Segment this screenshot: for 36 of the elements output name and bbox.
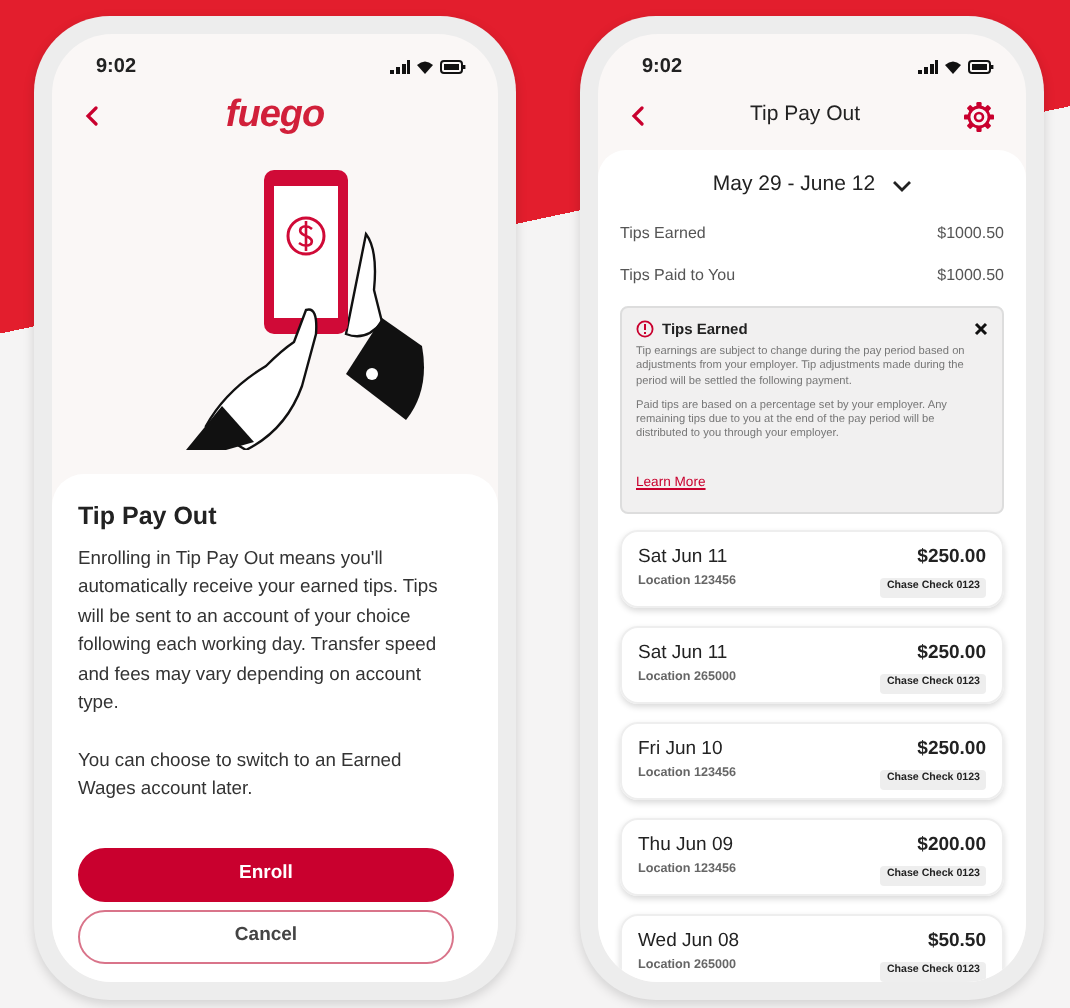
- screen-title: Tip Pay Out: [749, 100, 861, 131]
- signal-icon: [918, 59, 938, 73]
- enroll-button[interactable]: Enroll: [78, 848, 454, 902]
- payout-date: Thu Jun 09: [638, 831, 736, 860]
- card-title: Tip Pay Out: [78, 500, 219, 534]
- payout-amount: $250.00: [917, 543, 986, 572]
- payout-amount: $250.00: [917, 735, 986, 764]
- battery-icon: [440, 59, 466, 73]
- summary-value: $1000.50: [937, 221, 1004, 246]
- body-text: Enrolling in Tip Pay Out means you'll automatically receive your earned tips. Tips will be sent to an account of your choice following each working day. Transfer speed and fees may vary depending on account type.: [78, 543, 440, 717]
- logo: fuego: [225, 91, 325, 140]
- back-icon[interactable]: [84, 106, 100, 126]
- payout-amount: $200.00: [917, 831, 986, 860]
- alert-icon: [636, 319, 654, 338]
- body-text: You can choose to switch to an Earned Wages account later.: [78, 745, 404, 803]
- summary-value: $1000.50: [937, 263, 1004, 288]
- payout-amount: $50.50: [927, 927, 986, 956]
- payout-date: Fri Jun 10: [638, 735, 725, 764]
- date-range: May 29 - June 12: [712, 170, 876, 200]
- back-icon[interactable]: [630, 106, 646, 126]
- status-time: 9:02: [642, 53, 683, 81]
- cancel-button[interactable]: Cancel: [78, 910, 454, 964]
- payout-date: Wed Jun 08: [638, 927, 740, 956]
- battery-icon: [968, 59, 994, 73]
- payout-amount: $250.00: [917, 639, 986, 668]
- settings-icon[interactable]: [964, 101, 994, 131]
- summary-label: Tips Earned: [620, 221, 706, 246]
- status-time: 9:02: [96, 53, 137, 81]
- chevron-down-icon[interactable]: [891, 179, 912, 192]
- close-icon[interactable]: [974, 321, 988, 336]
- payout-date: Sat Jun 11: [638, 639, 730, 668]
- wifi-icon: [944, 59, 962, 73]
- wifi-icon: [416, 59, 434, 73]
- summary-label: Tips Paid to You: [620, 263, 736, 288]
- payout-date: Sat Jun 11: [638, 543, 730, 572]
- signal-icon: [390, 59, 410, 73]
